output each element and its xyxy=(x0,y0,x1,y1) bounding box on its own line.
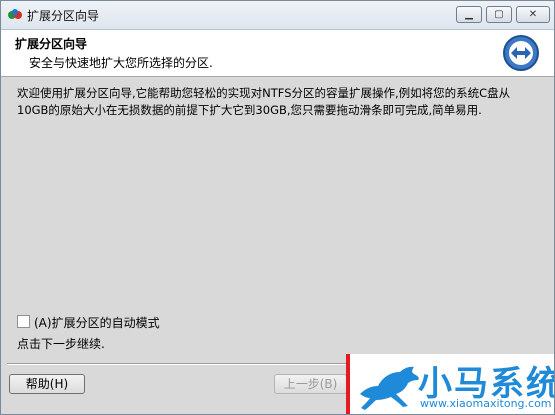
back-button[interactable]: 上一步(B) xyxy=(274,374,347,394)
header-title: 扩展分区向导 xyxy=(15,37,88,51)
auto-mode-checkbox[interactable] xyxy=(17,315,30,328)
app-icon xyxy=(8,9,22,19)
maximize-button[interactable]: ▢ xyxy=(486,6,512,23)
resize-arrows-icon xyxy=(503,35,539,71)
description-text: 欢迎使用扩展分区向导,它能帮助您轻松的实现对NTFS分区的容量扩展操作,例如将您… xyxy=(17,86,511,117)
title-bar[interactable]: 扩展分区向导 ▁ ▢ ✕ xyxy=(1,1,554,30)
continue-hint: 点击下一步继续. xyxy=(17,337,105,351)
wizard-window: 扩展分区向导 ▁ ▢ ✕ 扩展分区向导 安全与快速地扩大您所选择的分区. 欢迎使… xyxy=(0,0,555,415)
close-icon: ✕ xyxy=(528,9,538,20)
minimize-button[interactable]: ▁ xyxy=(456,6,482,23)
wizard-content: 欢迎使用扩展分区向导,它能帮助您轻松的实现对NTFS分区的容量扩展操作,例如将您… xyxy=(1,77,554,357)
header-subtitle: 安全与快速地扩大您所选择的分区. xyxy=(29,56,213,70)
wizard-header: 扩展分区向导 安全与快速地扩大您所选择的分区. xyxy=(1,30,554,77)
watermark-logo: 小马系统 www.xiaomaxitong.com xyxy=(346,354,554,414)
minimize-icon: ▁ xyxy=(465,9,473,20)
window-title: 扩展分区向导 xyxy=(27,9,100,23)
auto-mode-label[interactable]: (A)扩展分区的自动模式 xyxy=(34,314,160,331)
close-button[interactable]: ✕ xyxy=(516,6,550,23)
watermark-bar xyxy=(346,354,350,414)
horse-logo-icon xyxy=(360,366,419,410)
watermark-url: www.xiaomaxitong.com xyxy=(420,397,552,410)
maximize-icon: ▢ xyxy=(494,9,504,20)
help-button[interactable]: 帮助(H) xyxy=(9,374,85,394)
